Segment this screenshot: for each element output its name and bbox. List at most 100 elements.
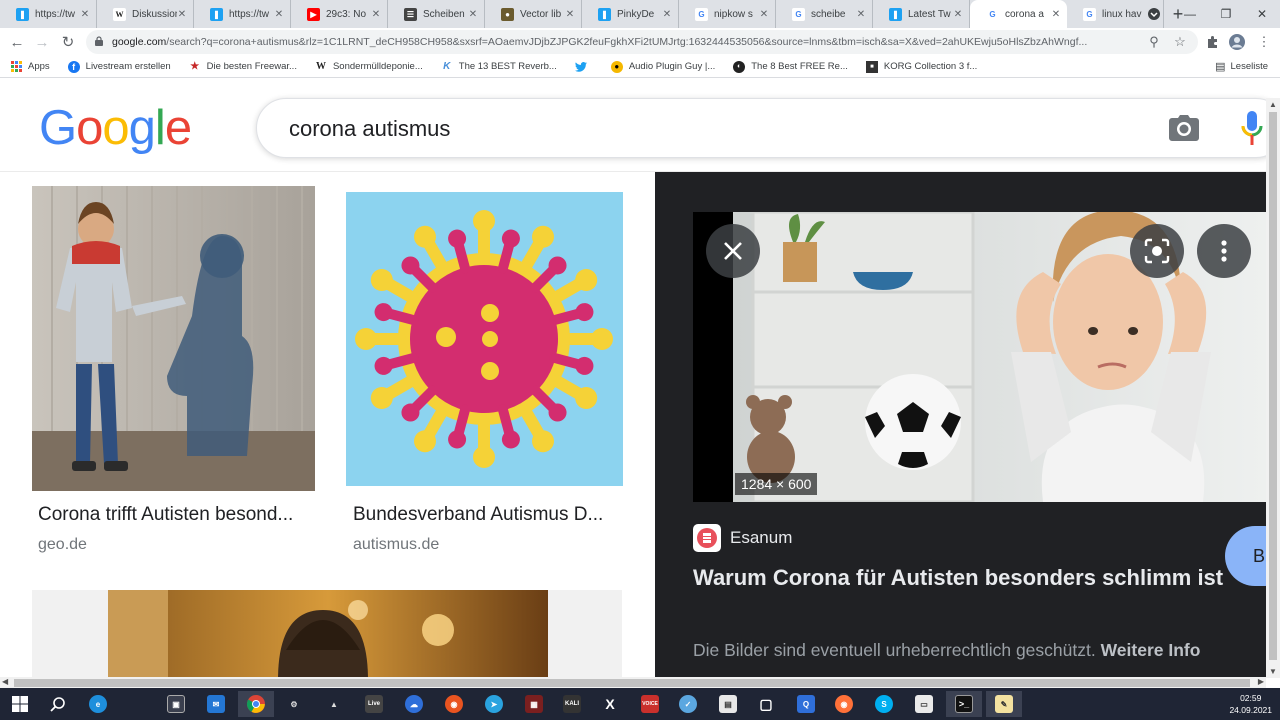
chrome-icon[interactable] bbox=[238, 691, 274, 717]
bookmark-sondermuell[interactable]: W Sondermülldeponie... bbox=[315, 61, 423, 73]
notepad-icon[interactable]: ✎ bbox=[986, 691, 1022, 717]
zoom-icon[interactable]: ⚲ bbox=[1146, 34, 1162, 50]
tab-close-icon[interactable]: ✕ bbox=[274, 9, 284, 20]
store-icon[interactable]: ▣ bbox=[158, 691, 194, 717]
tab-close-icon[interactable]: ✕ bbox=[856, 9, 866, 20]
browser-tab[interactable]: W Diskussion ✕ bbox=[97, 0, 194, 28]
window-close-icon[interactable]: ✕ bbox=[1244, 0, 1280, 28]
tab-search-icon[interactable] bbox=[1136, 0, 1172, 28]
source-row[interactable]: Esanum bbox=[693, 524, 792, 552]
bookmark-free-reverb[interactable]: ◐ The 8 Best FREE Re... bbox=[733, 60, 848, 73]
browser-tab[interactable]: ▶ 29c3: No ✕ bbox=[291, 0, 388, 28]
bookmark-star-icon[interactable]: ☆ bbox=[1172, 34, 1188, 50]
mail-icon[interactable]: ✉ bbox=[198, 691, 234, 717]
preview-title[interactable]: Warum Corona für Autisten besonders schl… bbox=[693, 562, 1233, 594]
source-name[interactable]: Esanum bbox=[730, 528, 792, 548]
taskbar-clock[interactable]: 02:59 24.09.2021 bbox=[1229, 692, 1272, 716]
browser-tab[interactable]: ❚ Latest Tw ✕ bbox=[873, 0, 970, 28]
more-options-icon[interactable] bbox=[1197, 224, 1251, 278]
bookmark-twitter[interactable] bbox=[574, 61, 593, 73]
tab-close-icon[interactable]: ✕ bbox=[468, 9, 478, 20]
scroll-left-arrow-icon[interactable]: ◀ bbox=[2, 677, 8, 686]
menu-icon[interactable]: ⋮ bbox=[1256, 34, 1272, 50]
lens-search-icon[interactable] bbox=[1130, 224, 1184, 278]
taskbar-app-icon[interactable]: ✓ bbox=[670, 691, 706, 717]
scroll-up-arrow-icon[interactable]: ▲ bbox=[1269, 100, 1277, 109]
taskbar-app-icon[interactable]: ▲ bbox=[316, 691, 352, 717]
browser-tab[interactable]: ❚ https://tw ✕ bbox=[194, 0, 291, 28]
tab-close-icon[interactable]: ✕ bbox=[759, 9, 769, 20]
page-icon: ☰ bbox=[404, 7, 417, 21]
result-thumbnail-boy-shadow[interactable] bbox=[32, 186, 315, 491]
google-logo[interactable]: Google bbox=[39, 100, 192, 156]
bookmark-freeware[interactable]: ★ Die besten Freewar... bbox=[189, 61, 297, 73]
address-bar[interactable]: google.com/search?q=corona+autismus&rlz=… bbox=[86, 30, 1198, 54]
firefox-icon[interactable]: ◉ bbox=[826, 691, 862, 717]
profile-avatar[interactable] bbox=[1229, 34, 1245, 50]
browser-tab[interactable]: ❚ PinkyDe ✕ bbox=[582, 0, 679, 28]
browser-tab[interactable]: Gnipkow s ✕ bbox=[679, 0, 776, 28]
image-result-2[interactable]: Bundesverband Autismus D... autismus.de bbox=[346, 186, 623, 576]
restore-icon[interactable]: ❐ bbox=[1208, 0, 1244, 28]
scroll-down-arrow-icon[interactable]: ▼ bbox=[1269, 667, 1277, 676]
result-thumbnail-virus[interactable] bbox=[346, 192, 623, 486]
taskbar-app-icon[interactable]: ▤ bbox=[710, 691, 746, 717]
bookmark-label: Sondermülldeponie... bbox=[332, 61, 423, 72]
extensions-icon[interactable] bbox=[1204, 34, 1220, 50]
search-box[interactable] bbox=[256, 98, 1280, 158]
vertical-scroll-thumb[interactable] bbox=[1269, 112, 1277, 660]
tab-close-icon[interactable]: ✕ bbox=[80, 9, 90, 20]
horizontal-scroll-thumb[interactable] bbox=[14, 679, 1250, 687]
microphone-icon[interactable] bbox=[1241, 111, 1263, 145]
close-preview-icon[interactable] bbox=[706, 224, 760, 278]
taskbar-app-icon[interactable]: ▦ bbox=[516, 691, 552, 717]
result-title[interactable]: Bundesverband Autismus D... bbox=[353, 504, 603, 526]
forward-icon[interactable]: → bbox=[30, 30, 54, 54]
taskbar-app-icon[interactable]: ⚙ bbox=[276, 691, 312, 717]
more-info-link[interactable]: Weitere Info bbox=[1101, 640, 1201, 660]
taskbar-cloud-icon[interactable]: ☁ bbox=[396, 691, 432, 717]
browser-tab[interactable]: ☰ Scheiben ✕ bbox=[388, 0, 485, 28]
reload-icon[interactable]: ↻ bbox=[56, 30, 80, 54]
scroll-right-arrow-icon[interactable]: ▶ bbox=[1258, 677, 1264, 686]
skype-icon[interactable]: S bbox=[866, 691, 902, 717]
image-result-3[interactable] bbox=[32, 590, 622, 677]
vertical-scrollbar[interactable]: ▲ ▼ bbox=[1266, 98, 1280, 678]
minimize-icon[interactable]: — bbox=[1172, 0, 1208, 28]
tab-close-icon[interactable]: ✕ bbox=[1051, 9, 1061, 20]
bookmark-reverb[interactable]: K The 13 BEST Reverb... bbox=[441, 61, 557, 73]
bookmark-korg[interactable]: ■ KORG Collection 3 f... bbox=[865, 60, 977, 73]
back-icon[interactable]: ← bbox=[5, 30, 29, 54]
reading-list-button[interactable]: ▤ Leseliste bbox=[1215, 60, 1268, 73]
browser-tab[interactable]: ● Vector lib ✕ bbox=[485, 0, 582, 28]
browser-tab[interactable]: ❚ https://tw ✕ bbox=[0, 0, 97, 28]
search-input[interactable] bbox=[289, 116, 1109, 142]
tab-close-icon[interactable]: ✕ bbox=[953, 9, 963, 20]
tab-close-icon[interactable]: ✕ bbox=[662, 9, 672, 20]
camera-search-icon[interactable] bbox=[1169, 115, 1199, 141]
tab-close-icon[interactable]: ✕ bbox=[565, 9, 575, 20]
terminal-icon[interactable]: >_ bbox=[946, 691, 982, 717]
image-result-1[interactable]: Corona trifft Autisten besond... geo.de bbox=[32, 186, 315, 576]
x-app-icon[interactable]: X bbox=[592, 691, 628, 717]
bookmark-livestream[interactable]: f Livestream erstellen bbox=[67, 60, 171, 73]
bookmark-audio-plugin-guy[interactable]: ● Audio Plugin Guy |... bbox=[610, 60, 715, 73]
ubuntu-icon[interactable]: ◉ bbox=[436, 691, 472, 717]
bookmark-apps[interactable]: Apps bbox=[10, 61, 50, 73]
browser-tab[interactable]: Gcorona a ✕ bbox=[970, 0, 1067, 28]
result-thumbnail-man-room[interactable] bbox=[108, 590, 548, 677]
edge-icon[interactable]: e bbox=[80, 691, 116, 717]
telegram-icon[interactable]: ➤ bbox=[476, 691, 512, 717]
kali-icon[interactable]: KALI bbox=[554, 691, 590, 717]
taskbar-app-icon[interactable]: ▭ bbox=[906, 691, 942, 717]
result-title[interactable]: Corona trifft Autisten besond... bbox=[38, 504, 293, 526]
tab-close-icon[interactable]: ✕ bbox=[371, 9, 381, 20]
voicemeeter-icon[interactable]: VOICE bbox=[632, 691, 668, 717]
taskbar-live-icon[interactable]: Live bbox=[356, 691, 392, 717]
taskbar-box-icon[interactable]: ▢ bbox=[748, 691, 784, 717]
start-button[interactable] bbox=[2, 691, 38, 717]
tab-close-icon[interactable]: ✕ bbox=[177, 9, 187, 20]
taskbar-app-icon[interactable]: Q bbox=[788, 691, 824, 717]
browser-tab[interactable]: Gscheibe ✕ bbox=[776, 0, 873, 28]
taskbar-search-icon[interactable] bbox=[40, 691, 76, 717]
